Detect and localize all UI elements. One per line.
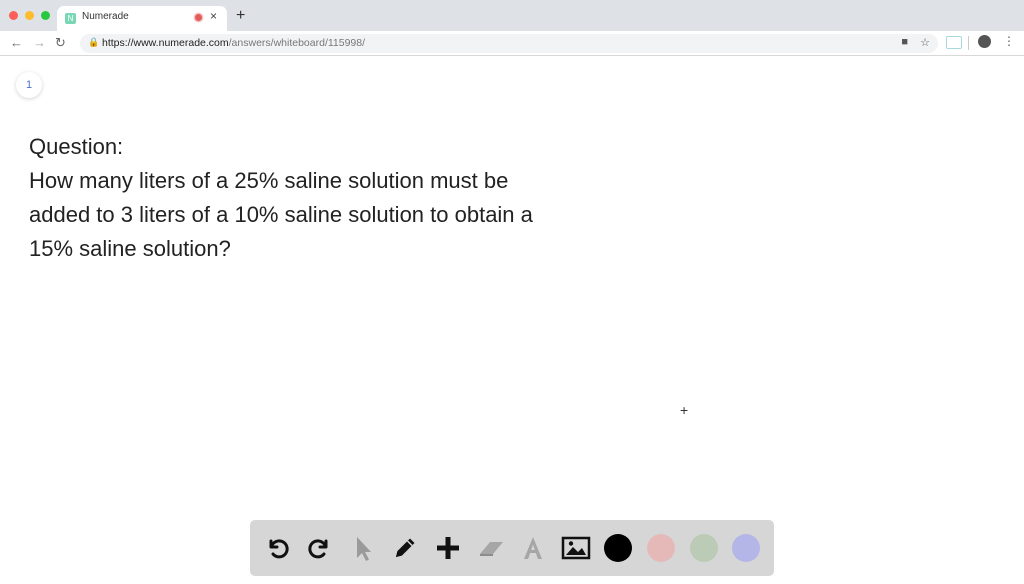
select-cursor-icon[interactable] <box>348 533 378 563</box>
add-icon[interactable] <box>433 533 463 563</box>
eraser-icon[interactable] <box>476 533 506 563</box>
page-number-badge[interactable]: 1 <box>16 72 42 98</box>
whiteboard-toolbar <box>250 520 774 576</box>
maximize-window-button[interactable] <box>41 11 50 20</box>
text-tool-icon[interactable] <box>518 533 548 563</box>
address-bar[interactable]: 🔒 https://www.numerade.com/answers/white… <box>80 34 938 53</box>
browser-toolbar: ← → ↻ 🔒 https://www.numerade.com/answers… <box>0 31 1024 56</box>
image-icon[interactable] <box>561 533 591 563</box>
pencil-icon[interactable] <box>390 533 420 563</box>
extension-icon[interactable] <box>946 36 962 49</box>
color-swatch-green[interactable] <box>690 534 718 562</box>
bookmark-star-icon[interactable]: ☆ <box>920 36 930 49</box>
reload-icon[interactable]: ↻ <box>55 35 66 51</box>
question-line: 15% saline solution? <box>29 236 231 261</box>
tab-close-button[interactable]: × <box>210 9 217 23</box>
browser-menu-icon[interactable]: ⋮ <box>1003 34 1015 48</box>
undo-icon[interactable] <box>262 533 292 563</box>
color-swatch-black[interactable] <box>604 534 632 562</box>
minimize-window-button[interactable] <box>25 11 34 20</box>
redo-icon[interactable] <box>305 533 335 563</box>
question-line: added to 3 liters of a 10% saline soluti… <box>29 202 533 227</box>
close-window-button[interactable] <box>9 11 18 20</box>
url-text: https://www.numerade.com/answers/whitebo… <box>102 37 365 49</box>
new-tab-button[interactable]: + <box>236 6 245 26</box>
back-arrow-icon[interactable]: ← <box>10 35 23 51</box>
forward-arrow-icon[interactable]: → <box>33 35 46 51</box>
browser-tab-bar: N Numerade × + <box>0 0 1024 31</box>
profile-avatar-icon[interactable] <box>978 35 991 48</box>
color-swatch-pink[interactable] <box>647 534 675 562</box>
question-line: How many liters of a 25% saline solution… <box>29 168 509 193</box>
color-swatch-blue[interactable] <box>732 534 760 562</box>
recording-indicator-icon <box>195 14 202 21</box>
url-host: https://www.numerade.com <box>102 37 229 49</box>
question-text: Question: How many liters of a 25% salin… <box>29 130 589 266</box>
tab-title: Numerade <box>82 11 129 22</box>
camera-icon[interactable]: ■ <box>901 36 908 48</box>
question-heading: Question: <box>29 134 124 159</box>
browser-tab[interactable]: N Numerade × <box>57 6 227 31</box>
numerade-favicon-icon: N <box>65 13 76 24</box>
url-path: /answers/whiteboard/115998/ <box>228 37 366 49</box>
lock-icon: 🔒 <box>88 37 100 47</box>
crosshair-cursor-icon: + <box>680 402 689 418</box>
toolbar-divider <box>968 36 969 50</box>
